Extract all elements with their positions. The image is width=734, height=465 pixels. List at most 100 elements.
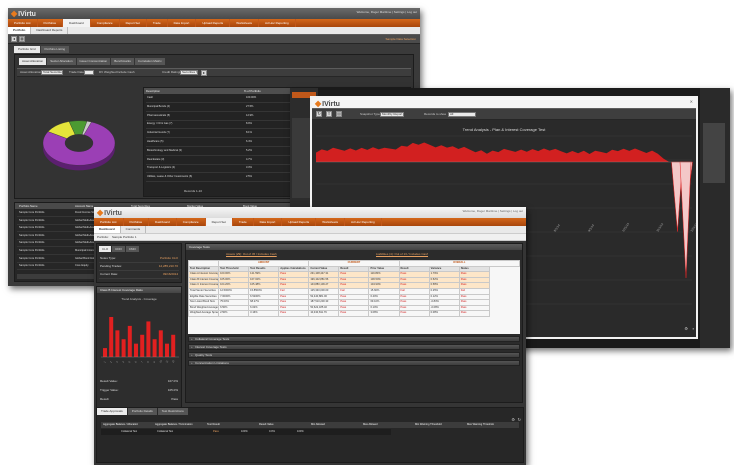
- sub-tab[interactable]: Dashboard Reports: [31, 27, 69, 34]
- coverage-cell: Pass: [458, 310, 490, 317]
- type-select[interactable]: Total Securities: [41, 70, 63, 75]
- filter-label-dv[interactable]: DV Weighted: [99, 70, 117, 75]
- restriction-header-cell[interactable]: Min Warning Threshold: [415, 422, 442, 428]
- print-button[interactable]: ▤: [336, 111, 342, 117]
- nav-tab[interactable]: Worksheets: [316, 218, 345, 226]
- bottom-tab[interactable]: Portfolio Details: [127, 408, 157, 415]
- sub-tab[interactable]: Portfolio: [8, 27, 32, 34]
- filter-tab[interactable]: Asset Allocation: [19, 58, 47, 65]
- sub-tab[interactable]: Dashboard: [94, 226, 121, 233]
- table-header-cell[interactable]: % of Portfolio: [244, 88, 261, 94]
- restriction-cell: Pass: [213, 430, 219, 433]
- mini-x-tick: 9: [153, 360, 157, 363]
- date-input[interactable]: [84, 70, 94, 75]
- grid-header-cell[interactable]: Applies Calculations: [278, 265, 310, 273]
- export-button[interactable]: ⇪: [326, 111, 332, 117]
- nav-tab[interactable]: Portfolio List: [94, 218, 124, 226]
- coverage-grid: AMOUNT CURRENT OVERALL Test Description Test…: [188, 260, 520, 317]
- restriction-header-cell[interactable]: Aggregate Balance / Termination: [155, 422, 193, 428]
- coverage-cell: Pass: [338, 310, 370, 317]
- filter-tab[interactable]: Correlation Matrix: [134, 58, 165, 65]
- assets-link[interactable]: Assets (29): Out of 45 / Includes Cash: [226, 252, 277, 257]
- grid-header-cell[interactable]: Portfolio Name: [19, 203, 38, 209]
- bottom-tab[interactable]: Test Restrictions: [157, 408, 188, 415]
- grid-cell-account: Municipal Income: [75, 249, 96, 252]
- nav-tab[interactable]: Upload Reports: [196, 19, 231, 27]
- top-links[interactable]: Welcome, Roger Maritime | Settings | Log…: [463, 209, 523, 213]
- nav-tab[interactable]: Ad Hoc Reporting: [345, 218, 382, 226]
- row-name: Utilities, Lease & Other Investments (6): [147, 175, 193, 179]
- nav-tab[interactable]: Data Import: [254, 218, 283, 226]
- filter-label-ratings[interactable]: Credit Ratings: [162, 70, 181, 75]
- pager[interactable]: [17, 274, 97, 279]
- row-pct: 6.4%: [246, 140, 252, 143]
- page-tab[interactable]: Portfolio Grid: [14, 46, 40, 53]
- restriction-header-cell[interactable]: Result Value: [259, 422, 274, 428]
- grid-cell-portfolio: Sample Core Portfolio: [19, 256, 45, 260]
- top-links[interactable]: Welcome, Roger Maritime | Settings | Log…: [357, 10, 417, 14]
- grid-button[interactable]: ▦: [19, 36, 25, 42]
- row-pct: 8.1%: [246, 131, 252, 135]
- nav-tab[interactable]: Upload Reports: [282, 218, 317, 226]
- nav-tab[interactable]: Trade: [233, 218, 254, 226]
- coverage-cell: 3.16%: [248, 310, 280, 317]
- filter-tab[interactable]: Sector Allocation: [47, 58, 76, 65]
- stat-label: Result Value:: [100, 379, 118, 383]
- nav-tab[interactable]: Report Set: [205, 218, 233, 226]
- nav-tab[interactable]: Compliance: [177, 218, 206, 226]
- back-button[interactable]: ◂: [11, 36, 17, 42]
- nav-tab[interactable]: Data Import: [168, 19, 197, 27]
- coverage-tests-title: Coverage Tests: [186, 244, 522, 250]
- test-section-row[interactable]: Collateral Coverage Tests: [188, 336, 520, 342]
- area-negative-spike: [679, 161, 692, 279]
- nav-tab[interactable]: Worksheets: [230, 19, 259, 27]
- nav-tab[interactable]: Portfolios: [124, 218, 150, 226]
- sub-tab[interactable]: Comments: [121, 226, 147, 233]
- refresh-button[interactable]: ↻: [316, 111, 322, 117]
- x-tick-label: 11/1/14: [655, 222, 664, 233]
- restriction-header-cell[interactable]: Max Allowed: [363, 422, 378, 428]
- chart-settings-icon[interactable]: ⚙: [684, 326, 688, 331]
- restriction-header-cell[interactable]: Max Warning Threshold: [467, 422, 494, 428]
- grid-header-cell[interactable]: Account Name: [75, 203, 93, 209]
- securities-select[interactable]: Securities Type: [180, 70, 198, 75]
- test-section-row[interactable]: Concentration Limitations: [188, 360, 520, 366]
- coverage-row[interactable]: Weighted Average Spread 2.50% 3.16% Pass 10,…: [188, 310, 520, 317]
- records-select[interactable]: All: [448, 112, 476, 117]
- filter-tab[interactable]: Benchmarks: [111, 58, 134, 65]
- nav-tab[interactable]: Dashboard: [149, 218, 177, 226]
- class-tab[interactable]: CLO: [99, 246, 112, 252]
- restriction-header-cell[interactable]: Aggregate Balance / Allocation: [103, 422, 138, 428]
- restriction-cell: 100%: [241, 430, 248, 433]
- chart-pin-icon[interactable]: ▪: [693, 326, 694, 331]
- class-tab[interactable]: CDO: [112, 246, 125, 252]
- close-icon[interactable]: ✕: [690, 99, 693, 104]
- coverage-mini-panel: Class B Interest Coverage Ratio Trend An…: [96, 286, 182, 411]
- snapshot-select[interactable]: Monthly Report: [380, 112, 404, 117]
- row-pct: 3.3%: [246, 166, 252, 170]
- nav-tab[interactable]: Report Set: [120, 19, 147, 27]
- test-section-row[interactable]: Interest Coverage Tests: [188, 344, 520, 350]
- class-tab[interactable]: CMO: [125, 246, 139, 252]
- bottom-tab[interactable]: Trade Approvals: [97, 408, 127, 415]
- nav-tab[interactable]: Portfolios: [38, 19, 64, 27]
- filter-label-cash[interactable]: Include Cash: [117, 70, 135, 75]
- filter-tab[interactable]: Issuer Concentration: [76, 58, 111, 65]
- coverage-cell: Pass: [278, 310, 310, 317]
- page-tab[interactable]: Portfolio Listing: [40, 46, 70, 53]
- table-header-cell[interactable]: Description: [146, 88, 160, 94]
- nav-tab[interactable]: Compliance: [91, 19, 120, 27]
- go-button[interactable]: ▸: [201, 70, 207, 76]
- portfolio-select[interactable]: Sample Portfolio 1: [112, 235, 137, 240]
- restriction-header-cell[interactable]: Test Result: [207, 422, 220, 428]
- liabilities-link[interactable]: Liabilities (4): Out of 13 / Includes Ca…: [376, 252, 428, 257]
- filter-label-date: Trade Date: [69, 70, 84, 74]
- restriction-header-cell[interactable]: Min Allowed: [311, 422, 325, 428]
- nav-tab[interactable]: Ad Hoc Reporting: [259, 19, 296, 27]
- nav-tab[interactable]: Dashboard: [63, 19, 91, 27]
- mini-bar: [146, 321, 151, 357]
- test-section-row[interactable]: Quality Tests: [188, 352, 520, 358]
- nav-tab[interactable]: Trade: [147, 19, 168, 27]
- nav-tab[interactable]: Portfolio List: [8, 19, 38, 27]
- coverage-grid-wrap: AMOUNT CURRENT OVERALL Test Description Test…: [188, 260, 520, 334]
